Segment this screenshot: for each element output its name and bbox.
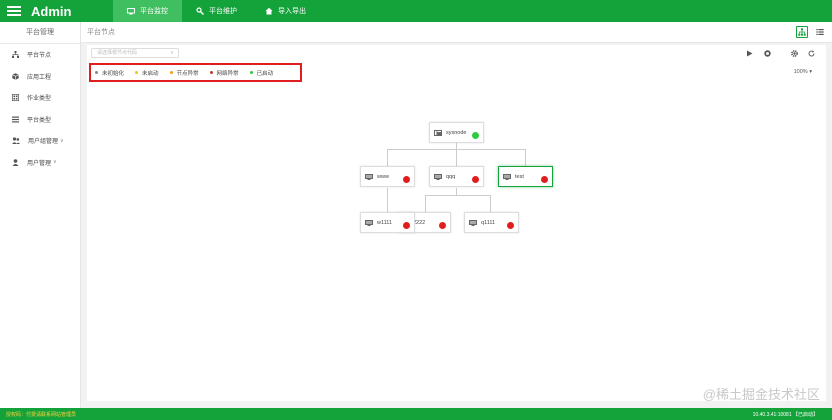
user-icon xyxy=(12,158,19,166)
app-title: Admin xyxy=(31,3,72,19)
tab-platform-monitor[interactable]: 平台监控 xyxy=(113,0,182,22)
status-dot xyxy=(541,176,548,183)
top-bar: Admin 平台监控 平台维护 导入导出 xyxy=(0,0,832,22)
sidebar-item-label: 用户组管理 xyxy=(28,139,59,146)
graph-node-qqq[interactable]: qqq xyxy=(429,166,484,187)
sidebar-item-label: 用户管理 xyxy=(27,160,52,167)
node-label: test xyxy=(515,173,524,180)
tree-view-button[interactable] xyxy=(796,26,808,38)
node-label: q1111 xyxy=(481,219,496,226)
monitor-icon xyxy=(365,219,373,226)
cube-icon xyxy=(12,73,19,80)
sidebar-item-app-projects[interactable]: 应用工程 xyxy=(0,66,80,88)
node-graph: sysnode www qqq test 2222 w1111 q1111 xyxy=(87,45,826,401)
connector-line xyxy=(387,149,388,166)
monitor-icon xyxy=(365,173,373,180)
graph-node-test[interactable]: test xyxy=(498,166,553,187)
grid-icon xyxy=(12,94,19,102)
chevron-down-icon: ∨ xyxy=(60,137,64,144)
sidebar-heading: 平台管理 xyxy=(0,22,80,44)
graph-node-q1111[interactable]: q1111 xyxy=(464,212,519,233)
graph-node-www[interactable]: www xyxy=(360,166,415,187)
graph-node-sysnode[interactable]: sysnode xyxy=(429,122,484,143)
chevron-down-icon: ∨ xyxy=(53,159,57,166)
watermark: @稀土掘金技术社区 xyxy=(702,387,820,402)
sidebar-item-platform-nodes[interactable]: 平台节点 xyxy=(0,44,80,66)
sidebar-item-label: 作业类型 xyxy=(27,96,52,103)
sidebar-item-job-types[interactable]: 作业类型 xyxy=(0,87,80,109)
node-label: sysnode xyxy=(446,129,467,136)
node-label: w1111 xyxy=(377,219,392,226)
connector-line xyxy=(387,188,388,212)
hierarchy-icon xyxy=(798,28,806,36)
menu-toggle-button[interactable] xyxy=(7,6,21,16)
status-dot xyxy=(507,222,514,229)
status-bar: 授权码：付费请联系网站管理员 10.40.3.41:10081 【已启动】 xyxy=(0,408,832,420)
node-label: www xyxy=(377,173,389,180)
monitor-icon xyxy=(434,173,442,180)
tab-label: 平台监控 xyxy=(140,8,168,15)
users-icon xyxy=(12,137,20,145)
tab-import-export[interactable]: 导入导出 xyxy=(251,0,320,22)
tab-label: 平台维护 xyxy=(209,8,237,15)
sidebar-item-platform-types[interactable]: 平台类型 xyxy=(0,109,80,131)
status-dot xyxy=(403,176,410,183)
list-icon xyxy=(816,29,824,35)
sidebar-item-label: 平台节点 xyxy=(27,53,52,60)
monitor-icon xyxy=(127,7,135,14)
connector-line xyxy=(425,195,426,212)
sidebar-item-user-groups[interactable]: 用户组管理 ∨ xyxy=(0,130,80,152)
status-dot xyxy=(439,222,446,229)
sidebar-item-label: 平台类型 xyxy=(27,117,52,124)
server-status: 10.40.3.41:10081 【已启动】 xyxy=(752,411,818,418)
page-title: 平台节点 xyxy=(87,29,115,36)
wrench-icon xyxy=(196,7,204,15)
tree-icon xyxy=(12,51,19,59)
home-icon xyxy=(265,7,273,15)
main-panel: 请选择根节点代码 ∨ 未初始化 未启动 节点异常 网络异常 已启动 100% ▾ xyxy=(87,45,826,401)
license-text: 授权码：付费请联系网站管理员 xyxy=(6,411,77,418)
sidebar: 平台管理 平台节点 应用工程 作业类型 平台类型 用户组管理 ∨ 用户管理 ∨ xyxy=(0,22,81,408)
status-dot xyxy=(472,132,479,139)
tab-label: 导入导出 xyxy=(278,8,306,15)
graph-node-w1111[interactable]: w1111 xyxy=(360,212,415,233)
server-icon xyxy=(434,129,442,136)
status-dot xyxy=(403,222,410,229)
connector-line xyxy=(456,149,457,166)
sidebar-item-users[interactable]: 用户管理 ∨ xyxy=(0,152,80,174)
monitor-icon xyxy=(503,173,511,180)
content-header: 平台节点 xyxy=(81,22,832,43)
list-view-button[interactable] xyxy=(814,26,826,38)
connector-line xyxy=(425,195,490,196)
monitor-icon xyxy=(469,219,477,226)
connector-line xyxy=(525,149,526,166)
sidebar-item-label: 应用工程 xyxy=(27,74,52,81)
tab-platform-maintenance[interactable]: 平台维护 xyxy=(182,0,251,22)
node-label: qqq xyxy=(446,173,456,180)
connector-line xyxy=(490,195,491,212)
list-icon xyxy=(12,116,19,123)
status-dot xyxy=(472,176,479,183)
